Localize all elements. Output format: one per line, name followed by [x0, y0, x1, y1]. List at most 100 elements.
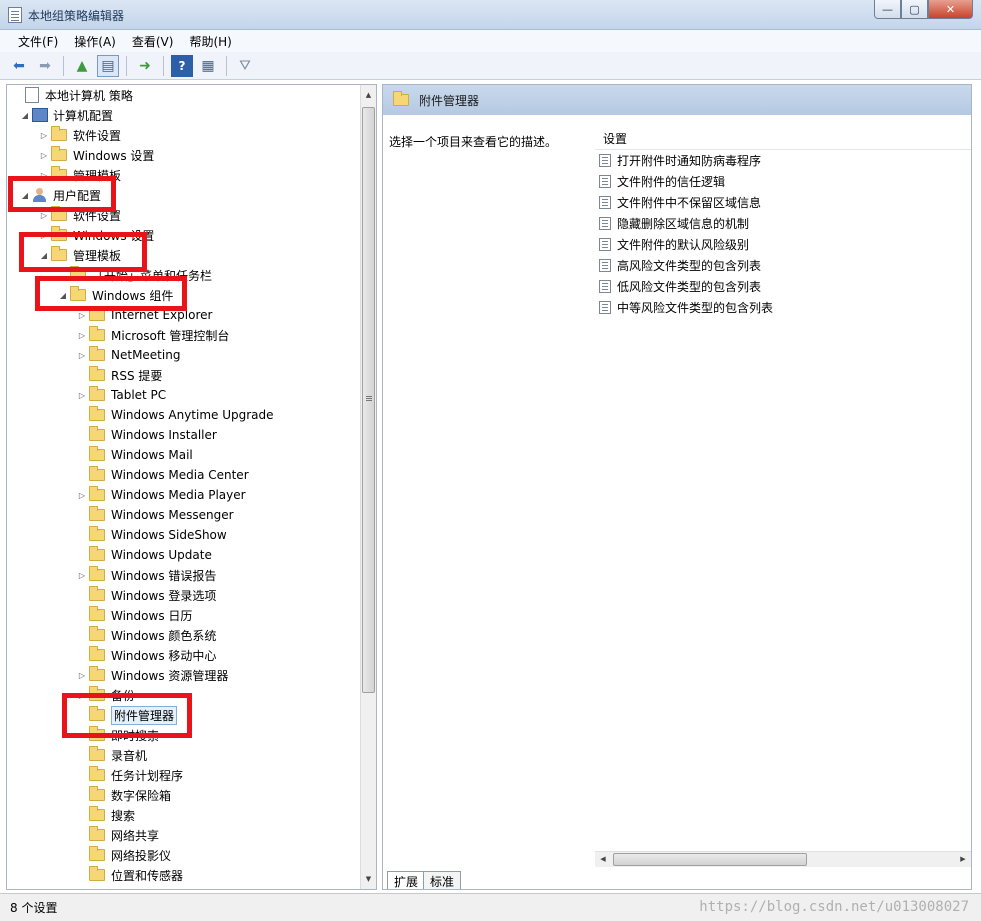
scroll-right-icon[interactable]: ▶ [955, 852, 971, 868]
tree-item[interactable]: Windows 登录选项 [75, 585, 216, 605]
horizontal-scrollbar[interactable]: ◀ ▶ [595, 851, 971, 867]
collapsed-arrow-icon[interactable]: ▷ [75, 331, 89, 340]
show-tree-icon[interactable]: ▤ [97, 54, 119, 77]
setting-row[interactable]: 文件附件的信任逻辑 [599, 171, 725, 192]
tree-item[interactable]: ◢ Windows 组件 [56, 285, 173, 305]
collapsed-arrow-icon[interactable]: ▷ [75, 691, 89, 700]
setting-row[interactable]: 打开附件时通知防病毒程序 [599, 150, 761, 171]
tree-item[interactable]: ▷ 软件设置 [37, 205, 121, 225]
collapsed-arrow-icon[interactable]: ▷ [75, 491, 89, 500]
setting-row[interactable]: 文件附件中不保留区域信息 [599, 192, 761, 213]
tree-item[interactable]: 搜索 [75, 805, 135, 825]
tree-item-selected[interactable]: 附件管理器 [75, 705, 178, 725]
tree-item[interactable]: ▷ NetMeeting [75, 345, 180, 365]
tree-item-label: Windows Messenger [111, 508, 234, 522]
tree-item[interactable]: ▷ Internet Explorer [75, 305, 212, 325]
menu-file[interactable]: 文件(F) [10, 33, 66, 50]
collapsed-arrow-icon[interactable]: ▷ [75, 351, 89, 360]
tree-item-label: Windows 组件 [92, 288, 174, 303]
close-button[interactable]: ✕ [928, 0, 973, 19]
filter-icon[interactable]: ⛛ [234, 55, 256, 77]
tree-item[interactable]: Windows Update [75, 545, 212, 565]
tree-item[interactable]: RSS 提要 [75, 365, 162, 385]
collapsed-arrow-icon[interactable]: ▷ [37, 151, 51, 160]
collapsed-arrow-icon[interactable]: ▷ [37, 211, 51, 220]
setting-row[interactable]: 高风险文件类型的包含列表 [599, 255, 761, 276]
collapsed-arrow-icon[interactable]: ▷ [75, 391, 89, 400]
tree-item[interactable]: ▷ Windows 资源管理器 [75, 665, 228, 685]
tree-item[interactable]: 本地计算机 策略 [11, 85, 133, 105]
collapsed-arrow-icon[interactable]: ▷ [37, 131, 51, 140]
menu-action[interactable]: 操作(A) [66, 33, 124, 50]
tree-item[interactable]: ▷ Tablet PC [75, 385, 166, 405]
tree-pane[interactable]: 本地计算机 策略 ◢ 计算机配置 ▷ 软件设置 ▷ Windows 设置 ▷ 管理模板 ◢ 用户配置… [6, 84, 377, 890]
tree-item-label: NetMeeting [111, 348, 181, 362]
folder-icon [89, 706, 105, 721]
tree-item[interactable]: 「开始」菜单和任务栏 [56, 265, 212, 285]
help-icon[interactable]: ? [171, 54, 193, 77]
tree-item[interactable]: Windows 移动中心 [75, 645, 216, 665]
tree-item[interactable]: ▷ Windows 设置 [37, 145, 154, 165]
tree-item[interactable]: ▷ Windows Media Player [75, 485, 246, 505]
tree-item[interactable]: ▷ 软件设置 [37, 125, 121, 145]
maximize-button[interactable]: ▢ [901, 0, 928, 19]
expanded-arrow-icon[interactable]: ◢ [37, 251, 51, 260]
scrollbar-thumb[interactable] [613, 853, 807, 866]
menu-view[interactable]: 查看(V) [124, 33, 182, 50]
tree-item[interactable]: 即时搜索 [75, 725, 159, 745]
tree-item[interactable]: 数字保险箱 [75, 785, 171, 805]
scroll-left-icon[interactable]: ◀ [595, 852, 611, 868]
minimize-button[interactable]: — [874, 0, 901, 19]
tree-item[interactable]: 任务计划程序 [75, 765, 183, 785]
collapsed-arrow-icon[interactable]: ▷ [37, 231, 51, 240]
tree-item[interactable]: Windows SideShow [75, 525, 227, 545]
scroll-up-icon[interactable]: ▲ [361, 87, 376, 103]
tree-item[interactable]: Windows Media Center [75, 465, 249, 485]
tab-standard[interactable]: 标准 [423, 871, 462, 889]
tree-item[interactable]: 网络投影仪 [75, 845, 171, 865]
tree-item[interactable]: ◢ 用户配置 [18, 185, 101, 205]
tree-item[interactable]: ▷ Windows 错误报告 [75, 565, 216, 585]
properties-icon[interactable]: ▦ [197, 55, 219, 77]
setting-row[interactable]: 隐藏删除区域信息的机制 [599, 213, 749, 234]
setting-row[interactable]: 低风险文件类型的包含列表 [599, 276, 761, 297]
tree-item[interactable]: ▷ 管理模板 [37, 165, 121, 185]
tab-extended[interactable]: 扩展 [387, 871, 426, 889]
tree-item[interactable]: Windows Messenger [75, 505, 234, 525]
tree-item[interactable]: ▷ Microsoft 管理控制台 [75, 325, 229, 345]
back-arrow-icon[interactable]: ⬅ [8, 55, 30, 77]
column-header-settings[interactable]: 设置 [595, 128, 971, 150]
tree-item-label: 网络共享 [111, 828, 160, 843]
tree-item[interactable]: Windows 颜色系统 [75, 625, 216, 645]
tree-scrollbar[interactable]: ▲ ▼ [360, 85, 376, 889]
tree-item-label: 备份 [111, 688, 136, 703]
tree-item[interactable]: Windows Anytime Upgrade [75, 405, 274, 425]
menu-help[interactable]: 帮助(H) [181, 33, 239, 50]
tree-item[interactable]: 录音机 [75, 745, 147, 765]
expanded-arrow-icon[interactable]: ◢ [18, 111, 32, 120]
setting-row[interactable]: 文件附件的默认风险级别 [599, 234, 749, 255]
folder-icon [51, 146, 67, 161]
tree-item[interactable]: ◢ 计算机配置 [18, 105, 113, 125]
scrollbar-thumb[interactable] [362, 107, 375, 693]
tree-item[interactable]: 网络共享 [75, 825, 159, 845]
collapsed-arrow-icon[interactable]: ▷ [37, 171, 51, 180]
expanded-arrow-icon[interactable]: ◢ [56, 291, 70, 300]
collapsed-arrow-icon[interactable]: ▷ [75, 671, 89, 680]
expanded-arrow-icon[interactable]: ◢ [18, 191, 32, 200]
scroll-down-icon[interactable]: ▼ [361, 871, 376, 887]
tree-item[interactable]: 位置和传感器 [75, 865, 183, 885]
collapsed-arrow-icon[interactable]: ▷ [75, 311, 89, 320]
setting-row[interactable]: 中等风险文件类型的包含列表 [599, 297, 773, 318]
export-icon[interactable]: ➜ [134, 55, 156, 77]
forward-arrow-icon[interactable]: ➡ [34, 55, 56, 77]
tree-item[interactable]: Windows 日历 [75, 605, 192, 625]
tree-item[interactable]: ◢ 管理模板 [37, 245, 121, 265]
collapsed-arrow-icon[interactable]: ▷ [75, 571, 89, 580]
tree-item[interactable]: ▷ Windows 设置 [37, 225, 154, 245]
tree-item[interactable]: Windows Mail [75, 445, 193, 465]
up-folder-icon[interactable]: ▲ [71, 55, 93, 77]
tree-item[interactable]: ▷ 备份 [75, 685, 135, 705]
tree-item[interactable]: Windows Installer [75, 425, 217, 445]
policy-setting-icon [599, 301, 611, 314]
